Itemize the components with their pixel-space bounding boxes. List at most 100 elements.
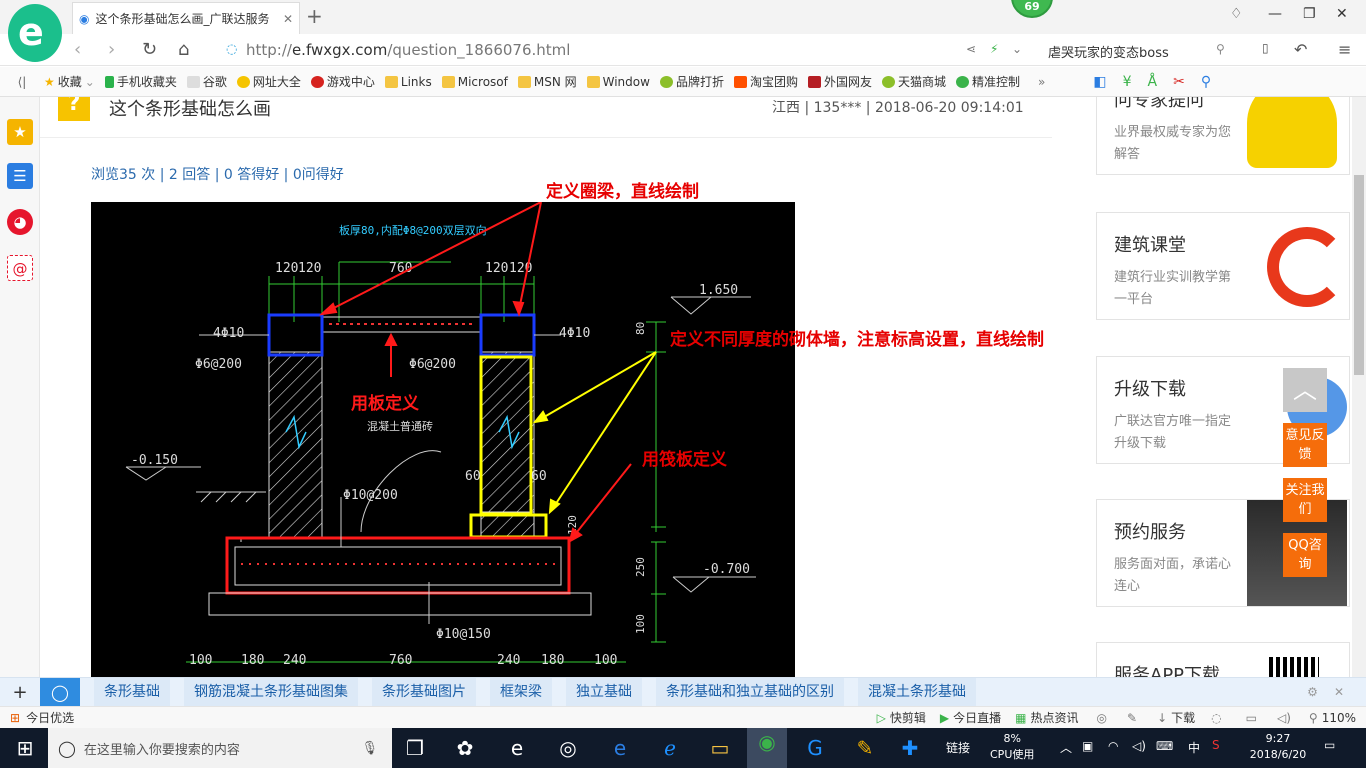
volume-icon[interactable]: ◁) [1132, 739, 1146, 753]
follow-button[interactable]: 关注我们 [1283, 478, 1327, 522]
close-icon[interactable]: ✕ [1336, 6, 1348, 22]
tag-item[interactable]: 框架梁 [490, 677, 552, 707]
app-ie-icon[interactable]: e [502, 734, 532, 762]
tag-item[interactable]: 条形基础图片 [372, 677, 476, 707]
fav-item[interactable]: 品牌打折 [659, 73, 724, 90]
status-left[interactable]: 今日优选 [26, 709, 74, 726]
status-item[interactable]: 今日直播 [953, 709, 1001, 726]
magnifier-icon[interactable]: ⚲ [1201, 74, 1211, 90]
forward-icon[interactable]: › [108, 39, 115, 60]
fav-item[interactable]: Window [586, 75, 650, 89]
mail-icon[interactable]: @ [7, 255, 33, 281]
file-explorer-icon[interactable]: ▭ [705, 734, 735, 762]
reload-icon[interactable]: ↻ [142, 39, 157, 60]
lightning-icon[interactable]: ⚡ [990, 42, 998, 56]
notification-icon[interactable]: ▭ [1324, 738, 1335, 752]
more-icon[interactable]: » [1038, 75, 1045, 89]
search-input[interactable]: 虐哭玩家的变态boss [1048, 42, 1169, 61]
card-app[interactable]: 服务APP下载 [1096, 642, 1350, 677]
restore-icon[interactable]: ❐ [1303, 6, 1316, 22]
weibo-icon[interactable]: ◕ [7, 209, 33, 235]
keyboard-icon[interactable]: ⌨ [1156, 739, 1173, 753]
status-item[interactable]: 热点资讯 [1031, 709, 1079, 726]
scrollbar[interactable] [1352, 97, 1366, 677]
question-stats[interactable]: 浏览35 次 | 2 回答 | 0 答得好 | 0问得好 [91, 164, 344, 184]
fav-item[interactable]: 精准控制 [956, 73, 1020, 90]
translate-icon[interactable]: Å [1148, 74, 1158, 90]
app-fan-icon[interactable]: ✿ [450, 734, 480, 762]
window-icon[interactable]: ▭ [1246, 711, 1257, 725]
app-plus-icon[interactable]: ✚ [895, 734, 925, 762]
back-icon[interactable]: ‹ [74, 39, 81, 60]
status-item[interactable]: 下载 [1171, 709, 1195, 726]
chevron-down-icon[interactable]: ⌄ [1012, 42, 1022, 56]
fav-item[interactable]: Microsof [441, 75, 508, 89]
search-icon[interactable]: ⚲ [1216, 42, 1225, 56]
fav-item[interactable]: 游戏中心 [310, 73, 375, 90]
list-icon[interactable]: ☰ [7, 163, 33, 189]
tab-close-icon[interactable]: ✕ [283, 12, 293, 26]
scrollbar-thumb[interactable] [1354, 175, 1364, 375]
tagbar-close-icon[interactable]: ✕ [1334, 685, 1344, 699]
card-expert[interactable]: 问专家提问 业界最权威专家为您解答 [1096, 97, 1350, 175]
fav-item[interactable]: 淘宝团购 [733, 73, 798, 90]
card-course[interactable]: 建筑课堂 建筑行业实训教学第一平台 [1096, 212, 1350, 320]
microphone-icon[interactable]: 🎙 [361, 741, 378, 756]
menu-icon[interactable]: ≡ [1338, 40, 1351, 59]
extension-icon[interactable]: ◧ [1093, 74, 1106, 90]
money-icon[interactable]: ¥ [1123, 74, 1132, 90]
phone-icon[interactable]: ▯ [1262, 41, 1269, 55]
url-field[interactable]: http://e.fwxgx.com/question_1866076.html [246, 41, 570, 59]
feedback-button[interactable]: 意见反馈 [1283, 423, 1327, 467]
fav-item[interactable]: MSN 网 [517, 73, 577, 90]
tools-icon[interactable]: ✎ [1127, 711, 1137, 725]
tag-item[interactable]: 条形基础 [94, 677, 170, 707]
fav-item[interactable]: 谷歌 [186, 73, 227, 90]
clock[interactable]: 9:27 2018/6/20 [1238, 731, 1318, 763]
fav-item[interactable]: 网址大全 [236, 73, 301, 90]
fav-item[interactable]: Links [384, 75, 432, 89]
fav-item[interactable]: 天猫商城 [882, 73, 946, 90]
share-icon[interactable]: ⋖ [966, 42, 976, 56]
taskbar-link[interactable]: 链接 [946, 739, 970, 756]
zoom-level[interactable]: 110% [1322, 711, 1356, 725]
sidebar-toggle-icon[interactable]: ⟨| [0, 75, 44, 89]
sound-icon[interactable]: ◁) [1277, 711, 1291, 725]
shirt-icon[interactable]: ♢ [1230, 6, 1243, 22]
add-icon[interactable]: + [0, 682, 40, 703]
fav-item[interactable]: 外国网友 [807, 73, 872, 90]
app-notes-icon[interactable]: ✎ [850, 734, 880, 762]
status-item[interactable]: 快剪辑 [890, 709, 926, 726]
clean-icon[interactable]: ◌ [1211, 711, 1221, 725]
tag-item[interactable]: 钢筋混凝土条形基础图集 [184, 677, 358, 707]
taskbar-search[interactable]: ◯ 在这里输入你要搜索的内容 🎙 [48, 728, 392, 768]
star-icon[interactable]: ★ [7, 119, 33, 145]
scissors-icon[interactable]: ✂ [1173, 74, 1185, 90]
tag-item[interactable]: 混凝土条形基础 [858, 677, 976, 707]
tag-search-icon[interactable]: ◯ [40, 677, 80, 707]
notification-badge[interactable]: 69 [1011, 0, 1053, 18]
qq-consult-button[interactable]: QQ咨询 [1283, 533, 1327, 577]
tag-item[interactable]: 条形基础和独立基础的区别 [656, 677, 844, 707]
task-view-icon[interactable]: ❐ [400, 734, 430, 762]
browser-logo-icon[interactable]: e [8, 4, 62, 62]
tag-item[interactable]: 独立基础 [566, 677, 642, 707]
sogou-icon[interactable]: S [1212, 738, 1220, 752]
tab-active[interactable]: ◉ 这个条形基础怎么画_广联达服务 ✕ [72, 2, 300, 34]
app-chrome-icon[interactable]: ◎ [553, 734, 583, 762]
wifi-icon[interactable]: ◠ [1108, 739, 1118, 753]
app-browser-active-icon[interactable]: ◉ [747, 728, 787, 768]
app-ie2-icon[interactable]: ℯ [655, 734, 685, 762]
zoom-icon[interactable]: ⚲ [1309, 711, 1318, 725]
tray-icon[interactable]: ▣ [1082, 739, 1093, 753]
settings-icon[interactable]: ⚙ [1307, 685, 1318, 699]
undo-icon[interactable]: ↶ [1294, 40, 1307, 59]
new-tab-icon[interactable]: + [306, 4, 323, 28]
fav-item[interactable]: ★ 收藏 ⌄ [44, 73, 95, 90]
speed-icon[interactable]: ◎ [1097, 711, 1107, 725]
minimize-icon[interactable]: — [1268, 6, 1282, 22]
cpu-widget[interactable]: 8% CPU使用 [990, 731, 1034, 763]
app-edge-icon[interactable]: e [605, 734, 635, 762]
fav-item[interactable]: 手机收藏夹 [104, 73, 177, 90]
tray-up-icon[interactable]: ︿ [1060, 739, 1072, 756]
